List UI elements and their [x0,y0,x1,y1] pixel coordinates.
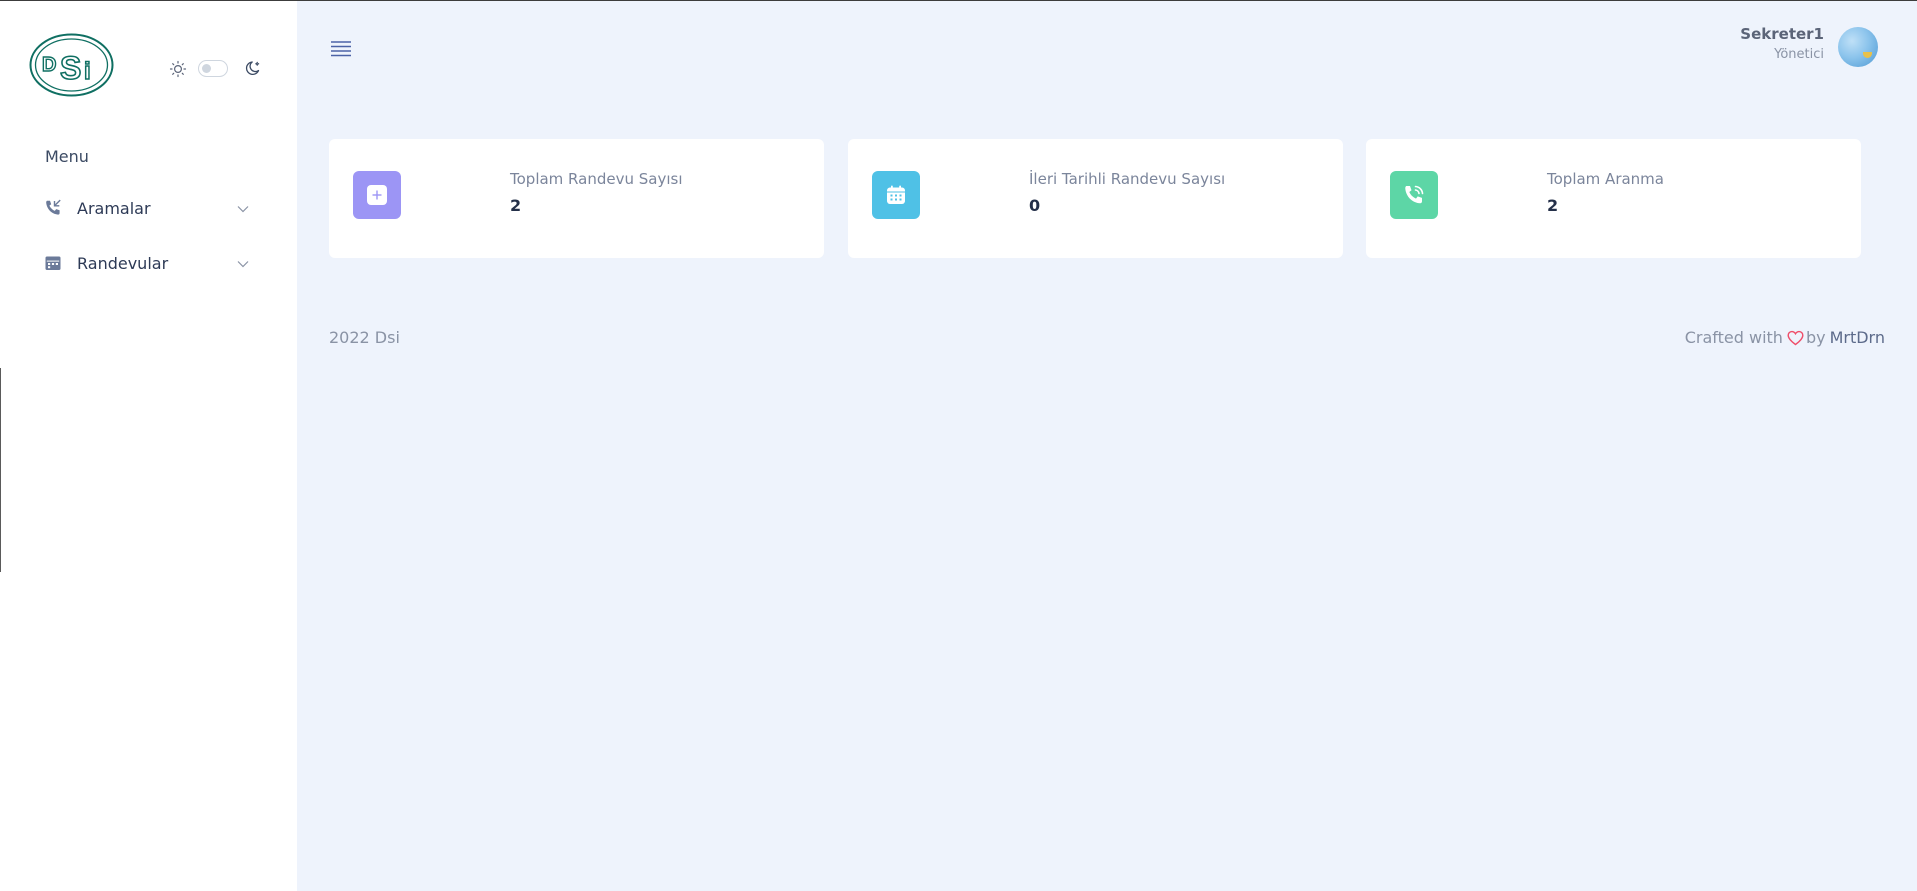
footer-crafted-text: Crafted with [1684,328,1783,347]
calendar-icon [872,171,920,219]
footer-copyright: 2022 Dsi [329,328,400,347]
svg-text:D: D [42,54,56,76]
heart-icon [1787,330,1804,346]
svg-text:S: S [60,50,81,86]
avatar-decoration [1863,52,1872,58]
sidebar-item-label: Aramalar [77,198,151,218]
sidebar-item-label: Randevular [77,253,169,273]
stat-label: Toplam Randevu Sayısı [510,170,683,188]
sun-icon[interactable] [169,60,187,78]
footer-credits: Crafted with by MrtDrn [1685,328,1885,347]
moon-icon[interactable] [245,59,263,77]
stat-value: 2 [510,196,522,215]
stat-value: 2 [1547,196,1559,215]
user-name: Sekreter1 [1740,25,1824,43]
sidebar-item-randevular[interactable]: Randevular [44,248,250,278]
phone-incoming-icon [44,199,62,217]
stat-card-total-appointments: Toplam Randevu Sayısı 2 [329,139,824,258]
stat-value: 0 [1029,196,1041,215]
plus-square-icon [353,171,401,219]
user-info[interactable]: Sekreter1 Yönetici [1740,25,1824,62]
svg-text:i: i [84,58,91,85]
theme-toggle-switch[interactable] [198,60,228,77]
footer-author-link[interactable]: MrtDrn [1830,328,1885,347]
stat-card-future-appointments: İleri Tarihli Randevu Sayısı 0 [848,139,1343,258]
dsi-logo[interactable]: D S i [29,33,114,97]
chevron-down-icon [236,256,250,270]
sidebar-item-aramalar[interactable]: Aramalar [44,193,250,223]
hamburger-icon[interactable] [330,38,352,58]
avatar[interactable] [1838,27,1878,67]
stat-label: Toplam Aranma [1547,170,1664,188]
stat-label: İleri Tarihli Randevu Sayısı [1029,170,1226,188]
window-edge-line [0,368,1,572]
user-role: Yönetici [1774,47,1824,62]
menu-section-title: Menu [45,147,89,166]
calendar-icon [44,254,62,272]
sidebar: D S i Menu Aramalar Randevular [0,1,297,891]
stat-card-total-calls: Toplam Aranma 2 [1366,139,1861,258]
phone-call-icon [1390,171,1438,219]
toggle-knob [202,64,211,73]
chevron-down-icon [236,201,250,215]
footer-by-text: by [1805,328,1826,347]
